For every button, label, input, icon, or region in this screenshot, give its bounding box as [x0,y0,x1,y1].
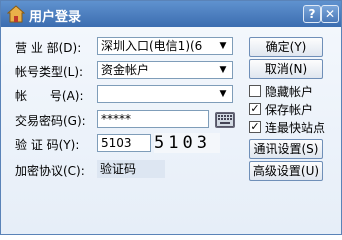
captcha-input[interactable]: 5103 [97,134,151,152]
keyboard-icon[interactable] [215,112,235,128]
department-value: 深圳入口(电信1)(6 [101,39,203,53]
title-bar[interactable]: 用户登录 ? ✕ [1,1,341,27]
password-input[interactable]: ***** [97,110,209,128]
account-type-select[interactable]: 资金帐户 ▼ [97,61,233,79]
save-account-checkbox[interactable]: ✓ [249,103,261,115]
department-select[interactable]: 深圳入口(电信1)(6 ▼ [97,37,233,55]
chevron-down-icon[interactable]: ▼ [216,40,230,52]
dialog-body: 营 业 部(D): 深圳入口(电信1)(6 ▼ 帐号类型(L): 资金帐户 ▼ … [1,27,341,234]
account-type-value: 资金帐户 [101,63,150,77]
password-label: 交易密码(G): [15,114,86,128]
hide-account-checkbox[interactable] [249,85,261,97]
account-label: 帐 号(A): [15,89,84,103]
captcha-label: 验 证 码(Y): [15,138,80,152]
ok-button[interactable]: 确定(Y) [249,37,323,57]
cancel-button[interactable]: 取消(N) [249,59,323,79]
login-dialog: 用户登录 ? ✕ 营 业 部(D): 深圳入口(电信1)(6 ▼ 帐号类型(L)… [0,0,342,235]
captcha-image[interactable]: 5103 [154,133,220,153]
chevron-down-icon[interactable]: ▼ [216,64,230,76]
close-button[interactable]: ✕ [321,5,339,23]
encryption-value: 验证码 [97,160,165,178]
window-title: 用户登录 [29,10,82,25]
fastest-site-label[interactable]: 连最快站点 [265,119,325,136]
comm-settings-button[interactable]: 通讯设置(S) [249,139,323,159]
account-type-label: 帐号类型(L): [15,65,84,79]
fastest-site-checkbox[interactable]: ✓ [249,121,261,133]
chevron-down-icon[interactable]: ▼ [216,88,230,100]
encryption-label: 加密协议(C): [15,164,85,178]
account-combo[interactable]: ▼ [97,85,233,103]
advanced-settings-button[interactable]: 高级设置(U) [249,161,323,181]
help-button[interactable]: ? [303,5,321,23]
save-account-label[interactable]: 保存帐户 [265,101,313,118]
department-label: 营 业 部(D): [15,41,82,55]
house-icon [7,5,25,23]
hide-account-label[interactable]: 隐藏帐户 [265,83,313,100]
